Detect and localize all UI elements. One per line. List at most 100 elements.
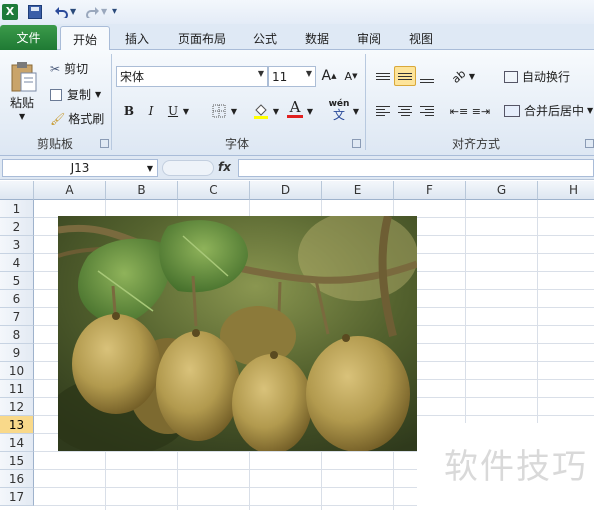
ribbon-tab-row: 文件 开始 插入 页面布局 公式 数据 审阅 视图 [0,24,594,51]
increase-indent-button[interactable]: ≡⇥ [470,101,492,121]
clipboard-group-label: 剪贴板 [36,137,73,151]
row-header[interactable]: 15 [0,452,34,470]
borders-dropdown-icon[interactable]: ▼ [228,101,240,121]
row-header[interactable]: 9 [0,344,34,362]
row-header[interactable]: 10 [0,362,34,380]
customize-qat-icon[interactable]: ▾ [112,3,117,20]
font-color-swatch [287,115,303,118]
name-box[interactable]: J13 ▼ [2,159,158,177]
align-center-button[interactable] [394,101,416,121]
watermark-text: 软件技巧 [444,447,588,487]
tab-insert[interactable]: 插入 [114,26,160,50]
undo-dropdown-icon[interactable]: ▼ [70,3,76,20]
column-header[interactable]: F [394,181,466,200]
paste-icon[interactable] [6,56,42,96]
font-size-combo[interactable]: 11 ▼ [268,66,316,87]
row-header[interactable]: 3 [0,236,34,254]
column-header[interactable]: H [538,181,594,200]
column-header[interactable]: D [250,181,322,200]
row-header[interactable]: 14 [0,434,34,452]
formula-input[interactable] [238,159,594,177]
copy-icon [50,88,62,101]
row-header[interactable]: 13 [0,416,34,434]
align-top-button[interactable] [372,66,394,86]
tab-data[interactable]: 数据 [296,26,338,50]
row-header[interactable]: 6 [0,290,34,308]
indent-icon: ≡⇥ [471,104,491,118]
column-header[interactable]: A [34,181,106,200]
shrink-font-button[interactable]: A ▼ [340,66,362,86]
ribbon-home: 粘贴 ▼ ✂ 剪切 复制 ▼ 🖌 格式刷 剪贴板 宋体 ▼ 11 ▼ A ▲ A ▼ B… [0,50,594,156]
row-header[interactable]: 11 [0,380,34,398]
brush-icon: 🖌 [50,111,66,126]
phonetic-dropdown-icon[interactable]: ▼ [350,101,362,121]
paste-dropdown-icon[interactable]: ▼ [19,112,25,121]
quick-access-toolbar: X ▼ ▼ ▾ [0,0,594,24]
font-launcher-icon[interactable] [352,139,361,148]
tab-review[interactable]: 审阅 [348,26,390,50]
row-header[interactable]: 8 [0,326,34,344]
paste-button[interactable]: 粘贴 [10,94,34,111]
merge-dropdown-icon[interactable]: ▼ [587,106,593,115]
grow-font-button[interactable]: A ▲ [318,66,340,86]
underline-dropdown-icon[interactable]: ▼ [180,101,192,121]
wrap-text-button[interactable]: 自动换行 [504,68,570,85]
kiwi-picture[interactable] [58,216,417,451]
column-header[interactable]: E [322,181,394,200]
chevron-down-icon: ▼ [305,69,312,78]
row-header[interactable]: 5 [0,272,34,290]
align-middle-button[interactable] [394,66,416,86]
tab-page-layout[interactable]: 页面布局 [170,26,234,50]
border-icon [212,104,226,118]
column-header[interactable]: C [178,181,250,200]
wrap-text-icon [504,70,518,83]
tab-formulas[interactable]: 公式 [244,26,286,50]
fill-color-button[interactable] [250,101,272,121]
row-header[interactable]: 16 [0,470,34,488]
merge-cells-icon [504,104,520,117]
column-header[interactable]: G [466,181,538,200]
orientation-dropdown-icon[interactable]: ▼ [466,66,478,86]
paint-bucket-icon [254,104,268,119]
bold-button[interactable]: B [118,101,140,121]
align-left-button[interactable] [372,101,394,121]
align-bottom-button[interactable] [416,68,438,88]
row-header[interactable]: 7 [0,308,34,326]
format-painter-button[interactable]: 🖌 格式刷 [50,110,104,127]
row-header[interactable]: 12 [0,398,34,416]
copy-dropdown-icon[interactable]: ▼ [95,90,101,99]
select-all-corner[interactable] [0,181,34,200]
fill-color-dropdown-icon[interactable]: ▼ [270,101,282,121]
italic-button[interactable]: I [140,101,162,121]
redo-dropdown-icon[interactable]: ▼ [101,3,107,20]
cut-button[interactable]: ✂ 剪切 [50,60,88,77]
tab-home[interactable]: 开始 [60,26,110,51]
font-color-dropdown-icon[interactable]: ▼ [304,101,316,121]
row-header[interactable]: 17 [0,488,34,506]
font-name-combo[interactable]: 宋体 ▼ [116,66,268,87]
borders-button[interactable] [208,101,230,121]
phonetic-guide-button[interactable]: wén 文 [326,97,352,123]
copy-button[interactable]: 复制 ▼ [50,86,101,103]
formula-bar-resizer[interactable] [162,160,214,176]
font-color-button[interactable]: A [284,99,306,119]
decrease-indent-button[interactable]: ⇤≡ [448,101,470,121]
chevron-down-icon: ▼ [257,69,264,78]
tab-view[interactable]: 视图 [400,26,442,50]
row-header[interactable]: 2 [0,218,34,236]
undo-icon[interactable] [50,3,72,20]
clipboard-launcher-icon[interactable] [100,139,109,148]
outdent-icon: ⇤≡ [449,104,469,118]
tab-file[interactable]: 文件 [0,25,57,50]
insert-function-icon[interactable]: fx [218,160,231,174]
column-header[interactable]: B [106,181,178,200]
formula-bar: J13 ▼ fx [0,156,594,180]
excel-app-icon[interactable]: X [2,3,18,20]
alignment-launcher-icon[interactable] [585,139,594,148]
row-header[interactable]: 4 [0,254,34,272]
align-right-button[interactable] [416,101,438,121]
row-header[interactable]: 1 [0,200,34,218]
merge-center-button[interactable]: 合并后居中 ▼ [504,102,593,119]
save-icon[interactable] [28,3,42,20]
alignment-group-label: 对齐方式 [451,137,500,151]
